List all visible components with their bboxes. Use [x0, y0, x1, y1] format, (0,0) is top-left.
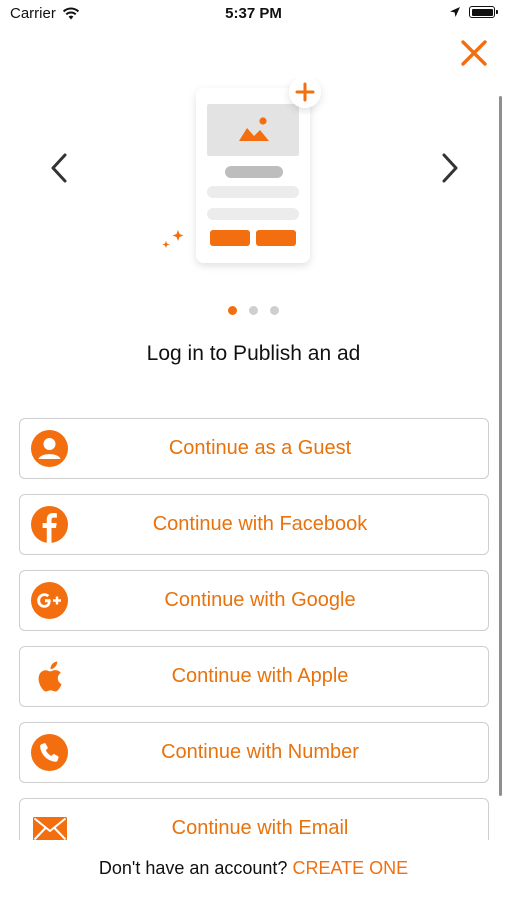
page-dot-2[interactable] — [249, 306, 258, 315]
option-label: Continue with Facebook — [152, 513, 368, 535]
carousel-prev-button[interactable] — [44, 148, 74, 188]
create-account-link[interactable]: CREATE ONE — [292, 858, 408, 878]
continue-with-google-button[interactable]: Continue with Google — [19, 570, 489, 631]
continue-with-facebook-button[interactable]: Continue with Facebook — [19, 494, 489, 555]
continue-with-apple-button[interactable]: Continue with Apple — [19, 646, 489, 707]
option-label: Continue with Number — [161, 741, 359, 763]
continue-with-number-button[interactable]: Continue with Number — [19, 722, 489, 783]
option-label: Continue as a Guest — [168, 437, 352, 459]
status-bar: Carrier 5:37 PM — [0, 0, 507, 30]
continue-as-guest-button[interactable]: Continue as a Guest — [19, 418, 489, 479]
status-right — [449, 6, 498, 18]
chevron-right-icon — [442, 153, 458, 183]
carousel-next-button[interactable] — [435, 148, 465, 188]
status-time: 5:37 PM — [225, 5, 282, 22]
battery-icon — [469, 6, 498, 18]
page-title: Log in to Publish an ad — [146, 342, 361, 365]
onboarding-carousel[interactable] — [0, 78, 507, 318]
option-label: Continue with Google — [164, 589, 356, 611]
option-label: Continue with Email — [171, 817, 349, 839]
page-indicator — [0, 306, 507, 315]
option-label: Continue with Apple — [171, 665, 349, 687]
chevron-left-icon — [51, 153, 67, 183]
login-options: Continue as a Guest Continue with Facebo… — [19, 418, 489, 840]
continue-with-email-button[interactable]: Continue with Email — [19, 798, 489, 840]
location-arrow-icon — [450, 7, 460, 17]
signup-prompt: Don't have an account? — [98, 858, 288, 878]
page-dot-3[interactable] — [270, 306, 279, 315]
close-button[interactable] — [457, 36, 491, 70]
signup-footer: Don't have an account? CREATE ONE — [0, 858, 507, 879]
publish-ad-illustration — [162, 78, 321, 263]
close-icon — [461, 40, 487, 66]
page-dot-1[interactable] — [228, 306, 237, 315]
